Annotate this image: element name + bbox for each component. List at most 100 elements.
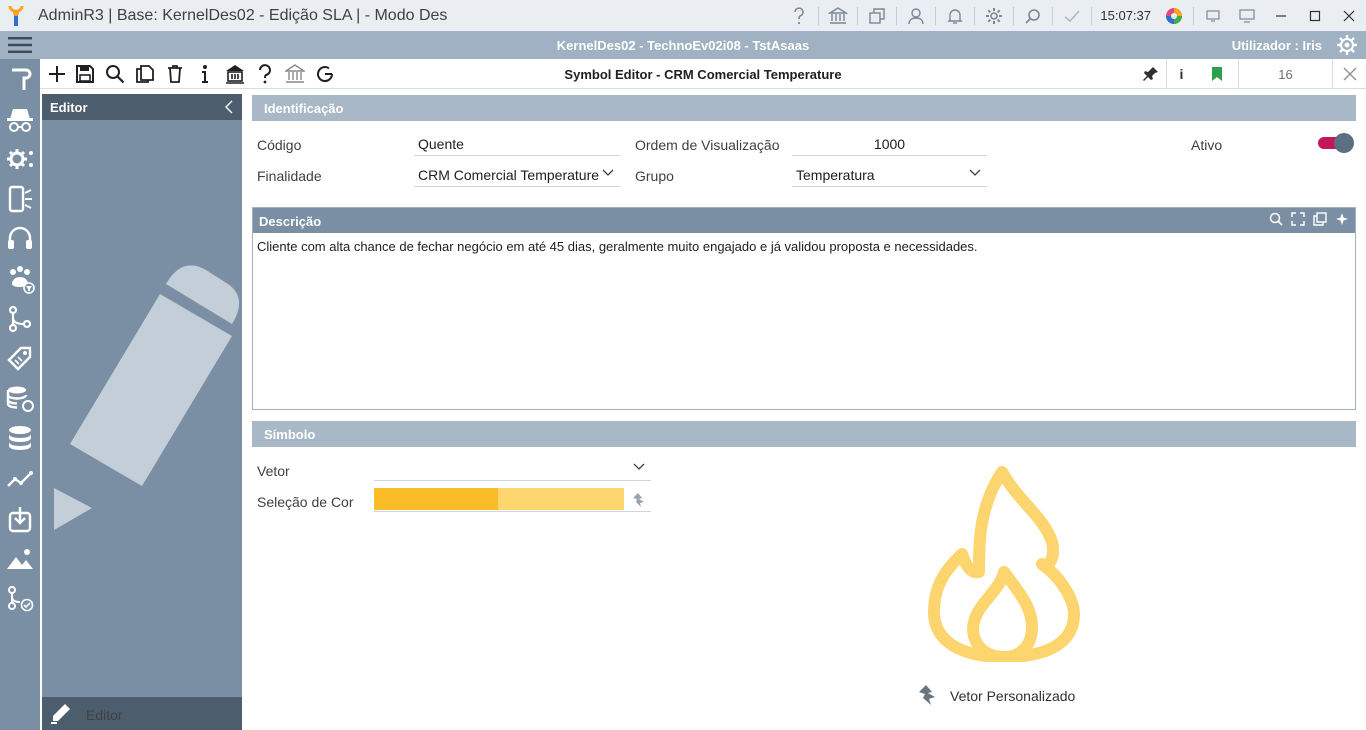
ordem-field[interactable]: 1000 bbox=[792, 132, 987, 156]
mobile-network-icon[interactable] bbox=[0, 179, 40, 219]
search-chat-icon[interactable] bbox=[1018, 0, 1048, 31]
vector-preview-label: Vetor Personalizado bbox=[950, 688, 1076, 704]
image-icon[interactable] bbox=[0, 539, 40, 579]
refresh-icon[interactable] bbox=[314, 63, 336, 85]
bank-icon[interactable] bbox=[823, 0, 853, 31]
palette-icon[interactable] bbox=[632, 492, 646, 508]
add-icon[interactable] bbox=[46, 63, 68, 85]
toggle-knob bbox=[1334, 133, 1354, 153]
gear-network-icon[interactable] bbox=[0, 139, 40, 179]
close-tab-button[interactable] bbox=[1332, 59, 1366, 89]
incognito-icon[interactable] bbox=[0, 99, 40, 139]
paw-filter-icon[interactable] bbox=[0, 259, 40, 299]
vetor-select[interactable] bbox=[374, 457, 651, 481]
grupo-select[interactable]: Temperatura bbox=[792, 163, 987, 187]
cor-label: Seleção de Cor bbox=[257, 494, 354, 510]
color-picker-field[interactable] bbox=[374, 488, 651, 512]
editor-panel-header: Editor bbox=[42, 94, 242, 120]
divider bbox=[935, 6, 937, 25]
bank-icon[interactable] bbox=[284, 63, 306, 85]
document-title: Symbol Editor - CRM Comercial Temperatur… bbox=[564, 67, 842, 82]
section-simbolo: Símbolo bbox=[252, 421, 1356, 447]
descricao-editor: Descrição Cliente com alta chance de fec… bbox=[252, 207, 1356, 410]
divider bbox=[974, 6, 976, 25]
divider bbox=[857, 6, 859, 25]
bank-table-icon[interactable] bbox=[224, 63, 246, 85]
module-sidebar bbox=[0, 59, 40, 730]
divider bbox=[1091, 6, 1093, 25]
bookmark-icon[interactable] bbox=[1196, 59, 1238, 89]
chevron-down-icon bbox=[633, 463, 645, 470]
headset-icon[interactable] bbox=[0, 219, 40, 259]
monitor-icon[interactable] bbox=[1196, 0, 1230, 31]
record-counter: 16 bbox=[1238, 59, 1332, 89]
delete-icon[interactable] bbox=[164, 63, 186, 85]
close-window-button[interactable] bbox=[1332, 0, 1366, 31]
divider bbox=[1052, 6, 1054, 25]
ativo-toggle[interactable] bbox=[1318, 133, 1354, 153]
flow-icon[interactable] bbox=[0, 299, 40, 339]
grupo-label: Grupo bbox=[635, 168, 674, 184]
app-logo-icon bbox=[0, 0, 32, 31]
color-primary-swatch bbox=[374, 488, 498, 510]
editor-panel: Editor Editor bbox=[42, 94, 242, 730]
window-titlebar: AdminR3 | Base: KernelDes02 - Edição SLA… bbox=[0, 0, 1366, 31]
color-wheel-icon[interactable] bbox=[1159, 0, 1189, 31]
color-secondary-swatch bbox=[498, 488, 624, 510]
user-label[interactable]: Utilizador : Iris bbox=[1232, 38, 1322, 53]
custom-vector-icon bbox=[919, 685, 935, 705]
divider bbox=[896, 6, 898, 25]
section-identificacao: Identificação bbox=[252, 95, 1356, 121]
info-button[interactable]: i bbox=[1166, 59, 1196, 89]
windows-icon[interactable] bbox=[862, 0, 892, 31]
search-icon[interactable] bbox=[1269, 212, 1283, 226]
ativo-label: Ativo bbox=[1191, 137, 1223, 153]
user-icon[interactable] bbox=[901, 0, 931, 31]
chart-line-icon[interactable] bbox=[0, 459, 40, 499]
help-icon[interactable] bbox=[254, 63, 276, 85]
editor-panel-footer-label: Editor bbox=[86, 707, 123, 723]
search-icon[interactable] bbox=[104, 63, 126, 85]
info-icon[interactable] bbox=[194, 63, 216, 85]
window-title: AdminR3 | Base: KernelDes02 - Edição SLA… bbox=[38, 6, 448, 24]
display-icon[interactable] bbox=[1230, 0, 1264, 31]
chevron-down-icon bbox=[602, 169, 614, 176]
pin-icon[interactable] bbox=[1136, 59, 1166, 89]
grupo-value: Temperatura bbox=[796, 167, 875, 183]
hook-icon[interactable] bbox=[0, 59, 40, 99]
divider bbox=[1013, 6, 1015, 25]
bell-icon[interactable] bbox=[940, 0, 970, 31]
flame-preview-icon bbox=[928, 466, 1080, 662]
descricao-text[interactable]: Cliente com alta chance de fechar negóci… bbox=[253, 233, 1355, 260]
upload-icon[interactable] bbox=[0, 499, 40, 539]
codigo-field[interactable]: Quente bbox=[414, 132, 620, 156]
context-bar: KernelDes02 - TechnoEv02i08 - TstAsaas U… bbox=[0, 31, 1366, 59]
sparkle-icon[interactable] bbox=[1335, 212, 1349, 226]
info-label: i bbox=[1179, 66, 1184, 82]
tags-icon[interactable] bbox=[0, 339, 40, 379]
finalidade-select[interactable]: CRM Comercial Temperature bbox=[414, 163, 620, 187]
help-icon[interactable] bbox=[784, 0, 814, 31]
collapse-chevron-icon[interactable] bbox=[224, 100, 234, 114]
save-icon[interactable] bbox=[74, 63, 96, 85]
copy-icon[interactable] bbox=[134, 63, 156, 85]
database-icon[interactable] bbox=[0, 419, 40, 459]
settings-gear-icon[interactable] bbox=[1336, 34, 1358, 56]
finalidade-value: CRM Comercial Temperature bbox=[418, 167, 600, 183]
divider bbox=[1193, 6, 1194, 25]
editor-toolbar: Symbol Editor - CRM Comercial Temperatur… bbox=[40, 59, 1366, 89]
descricao-header: Descrição bbox=[253, 208, 1355, 233]
copy-icon[interactable] bbox=[1313, 212, 1327, 226]
color-swatch[interactable] bbox=[374, 488, 624, 510]
counter-value: 16 bbox=[1278, 66, 1293, 82]
fullscreen-icon[interactable] bbox=[1291, 212, 1305, 226]
flow-check-icon[interactable] bbox=[0, 579, 40, 619]
check-icon[interactable] bbox=[1057, 0, 1087, 31]
editor-panel-title: Editor bbox=[50, 100, 88, 115]
gear-icon[interactable] bbox=[979, 0, 1009, 31]
maximize-button[interactable] bbox=[1298, 0, 1332, 31]
minimize-button[interactable] bbox=[1264, 0, 1298, 31]
editor-panel-footer[interactable]: Editor bbox=[42, 697, 242, 730]
database-refresh-icon[interactable] bbox=[0, 379, 40, 419]
chevron-down-icon bbox=[969, 169, 981, 176]
